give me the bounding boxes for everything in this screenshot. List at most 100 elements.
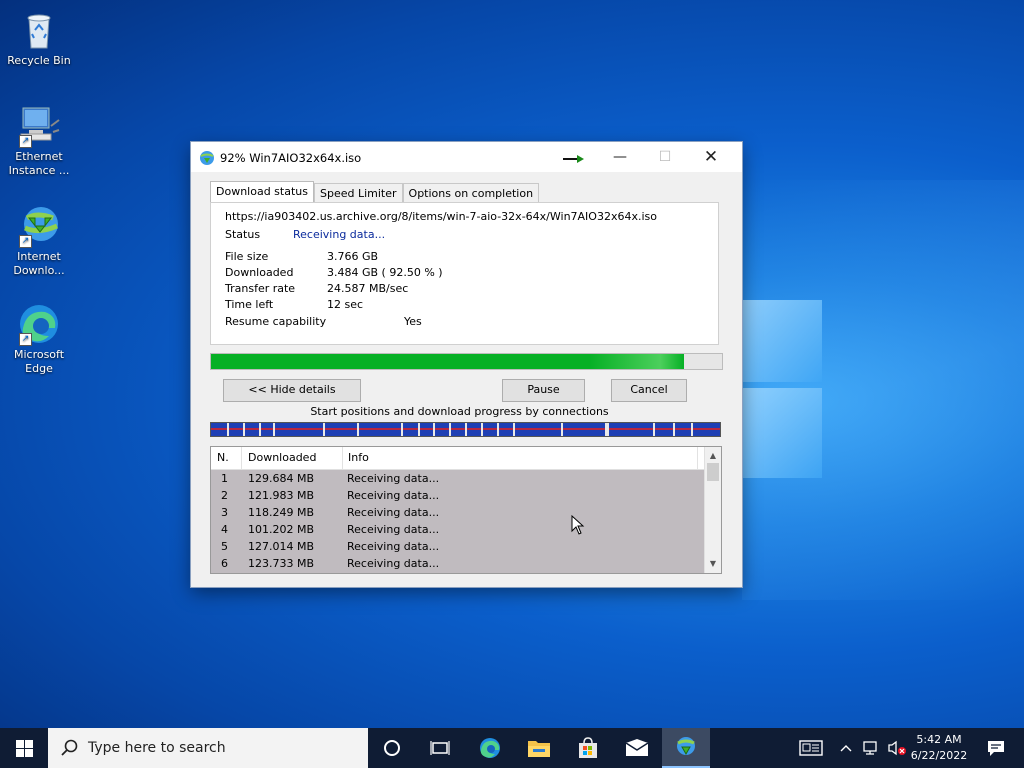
row-number: 2 [221,489,228,502]
tab-speed-limiter[interactable]: Speed Limiter [313,183,403,203]
network-tray-button[interactable] [858,728,884,768]
cancel-button[interactable]: Cancel [611,379,687,402]
connection-start-marker [691,423,693,436]
tab-options-on-completion[interactable]: Options on completion [402,183,540,203]
desktop-icon-microsoft-edge[interactable]: ↗ Microsoft Edge [4,302,74,376]
connection-start-marker [513,423,515,436]
shortcut-arrow-icon: ↗ [19,135,32,148]
desktop-icon-recycle-bin[interactable]: Recycle Bin [4,8,74,68]
scrollbar-thumb[interactable] [707,463,719,481]
table-row[interactable]: 1 129.684 MB Receiving data... [211,470,704,487]
title-bar[interactable]: 92% Win7AIO32x64x.iso — ☐ ✕ [191,142,742,172]
minimize-button[interactable]: — [597,142,643,172]
taskbar-store-button[interactable] [564,728,612,768]
table-row[interactable]: 5 127.014 MB Receiving data... [211,538,704,555]
recycle-bin-icon [17,8,61,52]
taskbar-mail-button[interactable] [613,728,661,768]
row-number: 4 [221,523,228,536]
news-widget-icon [799,740,823,756]
row-info: Receiving data... [347,523,440,536]
volume-muted-icon [888,740,906,756]
folder-icon [528,741,550,757]
connection-start-marker [561,423,563,436]
download-progress-fill [211,354,684,369]
connection-start-marker [481,423,483,436]
maximize-button[interactable]: ☐ [642,142,688,172]
connection-start-marker [497,423,499,436]
file-size-label: File size [225,250,269,263]
transfer-rate-value: 24.587 MB/sec [327,282,409,295]
desktop-icon-ethernet[interactable]: ↗ Ethernet Instance ... [4,104,74,178]
window-title: 92% Win7AIO32x64x.iso [220,151,362,165]
edge-icon [480,738,500,758]
shortcut-arrow-icon: ↗ [19,235,32,248]
pause-button[interactable]: Pause [502,379,585,402]
hide-details-button[interactable]: << Hide details [223,379,361,402]
column-header-number[interactable]: N. [211,447,242,469]
download-progress-window[interactable]: 92% Win7AIO32x64x.iso — ☐ ✕ Download sta… [191,142,742,587]
desktop-icon-label: Microsoft Edge [13,348,65,375]
row-downloaded: 121.983 MB [248,489,315,502]
desktop-icon-label: Ethernet Instance ... [8,150,70,177]
chevron-up-icon [840,745,852,752]
connection-start-marker [433,423,435,436]
table-row[interactable]: 3 118.249 MB Receiving data... [211,504,704,521]
row-number: 5 [221,540,228,553]
news-and-interests-button[interactable] [790,728,832,768]
close-button[interactable]: ✕ [688,142,734,172]
table-row[interactable]: 6 123.733 MB Receiving data... [211,555,704,572]
row-info: Receiving data... [347,540,440,553]
action-center-button[interactable] [976,728,1016,768]
clock-date: 6/22/2022 [910,749,968,762]
tab-strip: Download status Speed Limiter Options on… [210,181,540,203]
row-info: Receiving data... [347,472,440,485]
status-value: Receiving data... [293,228,386,241]
task-view-button[interactable] [416,728,464,768]
taskbar-file-explorer-button[interactable] [515,728,563,768]
download-arrow-icon [563,155,584,163]
notification-icon [988,741,1004,756]
connections-scrollbar[interactable]: ▲ ▼ [704,447,721,573]
table-row[interactable]: 4 101.202 MB Receiving data... [211,521,704,538]
cortana-button[interactable] [368,728,416,768]
resume-capability-label: Resume capability [225,315,327,328]
show-hidden-icons-button[interactable] [836,728,856,768]
connection-start-marker [243,423,245,436]
clock[interactable]: 5:42 AM 6/22/2022 [908,728,970,768]
row-downloaded: 101.202 MB [248,523,315,536]
file-size-value: 3.766 GB [327,250,379,263]
column-header-downloaded[interactable]: Downloaded [242,447,343,469]
column-header-info[interactable]: Info [342,447,698,469]
connections-list[interactable]: N. Downloaded Info 1 129.684 MB Receivin… [210,446,722,574]
scroll-down-icon[interactable]: ▼ [705,557,721,571]
network-computer-icon: ↗ [17,104,61,148]
volume-tray-button[interactable] [884,728,910,768]
start-button[interactable] [0,728,48,768]
time-left-label: Time left [225,298,274,311]
idm-app-icon [200,151,214,165]
tab-download-status[interactable]: Download status [210,181,314,203]
scroll-up-icon[interactable]: ▲ [705,449,721,463]
desktop-icon-internet-download-manager[interactable]: ↗ Internet Downlo... [4,204,74,278]
taskbar-idm-button[interactable] [662,728,710,768]
idm-globe-icon: ↗ [17,204,61,248]
taskbar-edge-button[interactable] [466,728,514,768]
download-progress-bar [210,353,723,370]
cortana-circle-icon [384,740,400,756]
edge-icon: ↗ [17,302,61,346]
row-info: Receiving data... [347,557,440,570]
connection-start-marker [227,423,229,436]
connection-start-marker [323,423,325,436]
connection-start-marker [401,423,403,436]
taskbar: Type here to search 5:42 AM 6/22/2022 [0,728,1024,768]
desktop-icon-label: Internet Downlo... [13,250,65,277]
row-number: 3 [221,506,228,519]
row-number: 1 [221,472,228,485]
table-row[interactable]: 2 121.983 MB Receiving data... [211,487,704,504]
desktop-icon-label: Recycle Bin [7,54,71,67]
taskbar-search-box[interactable]: Type here to search [48,728,368,768]
row-downloaded: 118.249 MB [248,506,315,519]
wallpaper-windows-logo [742,290,822,490]
downloaded-label: Downloaded [225,266,294,279]
connection-start-marker [673,423,675,436]
